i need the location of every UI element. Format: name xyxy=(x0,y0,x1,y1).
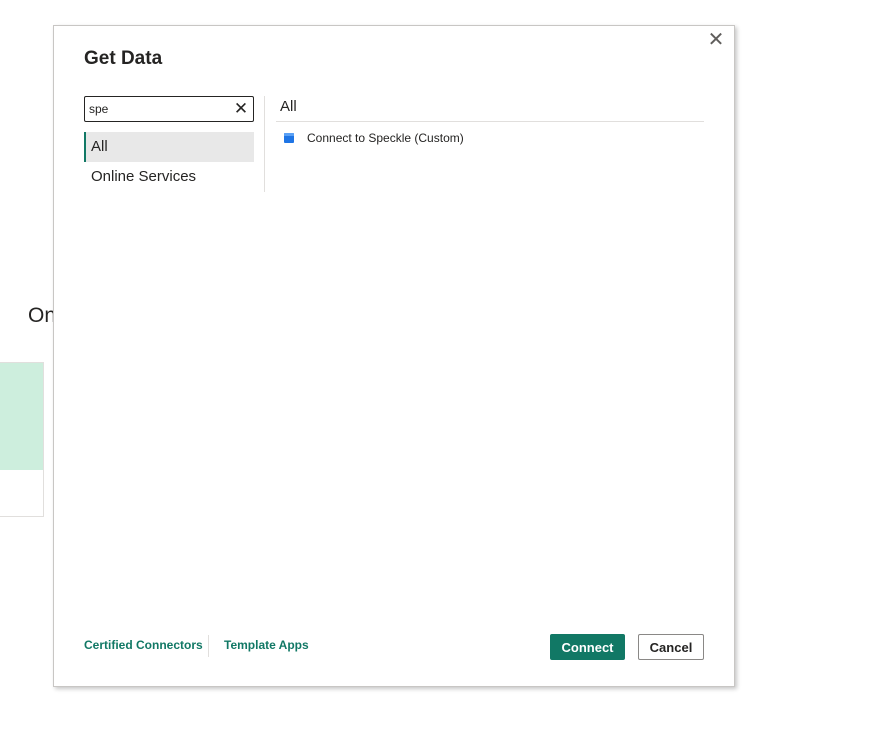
speckle-connector-icon xyxy=(284,133,294,143)
vertical-divider xyxy=(264,96,265,192)
cancel-button[interactable]: Cancel xyxy=(638,634,704,660)
certified-connectors-link[interactable]: Certified Connectors xyxy=(84,638,203,652)
results-header-divider xyxy=(276,121,704,122)
connector-item-speckle[interactable]: Connect to Speckle (Custom) xyxy=(284,128,464,148)
connector-item-label: Connect to Speckle (Custom) xyxy=(307,131,464,145)
category-item-online-services[interactable]: Online Services xyxy=(84,162,254,192)
results-header: All xyxy=(280,98,297,115)
connect-button[interactable]: Connect xyxy=(550,634,625,660)
category-item-all[interactable]: All xyxy=(84,132,254,162)
template-apps-link[interactable]: Template Apps xyxy=(224,638,309,652)
background-partial-label: On xyxy=(28,304,57,327)
clear-icon[interactable]: ✕ xyxy=(233,99,249,119)
get-data-dialog: ✕ Get Data ✕ All Online Services All Con… xyxy=(53,25,735,687)
search-box[interactable]: ✕ xyxy=(84,96,254,122)
dialog-title: Get Data xyxy=(84,48,163,69)
category-list: All Online Services xyxy=(84,132,254,192)
close-icon[interactable]: ✕ xyxy=(706,30,726,50)
background-card-accent xyxy=(0,363,43,470)
footer-divider xyxy=(208,635,209,657)
search-input[interactable] xyxy=(89,99,229,119)
background-card xyxy=(0,362,44,517)
